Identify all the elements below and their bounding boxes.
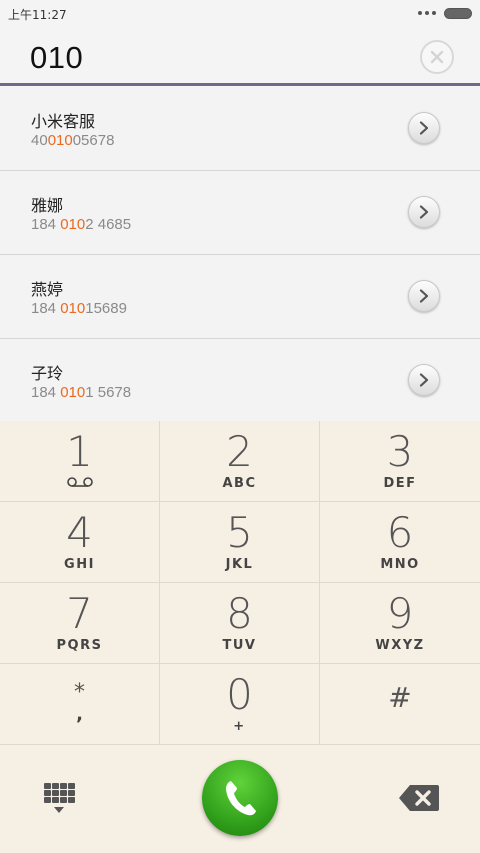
- contact-name: 子玲: [31, 364, 64, 383]
- phone-icon: [226, 781, 256, 816]
- key-letters: GHI: [64, 557, 95, 572]
- key-4[interactable]: 4 GHI: [0, 502, 160, 583]
- contact-name: 小米客服: [31, 112, 96, 131]
- key-letters: MNO: [380, 557, 420, 572]
- number-match: 010: [60, 216, 86, 233]
- chevron-right-icon: [419, 205, 429, 219]
- key-digit: 0: [226, 670, 253, 719]
- contact-row[interactable]: 子玲 184 0101 5678: [0, 339, 480, 423]
- number-prefix: 184: [31, 384, 61, 401]
- clear-button[interactable]: [420, 40, 454, 74]
- key-9[interactable]: 9 WXYZ: [320, 583, 480, 664]
- key-digit: 7: [66, 589, 93, 638]
- call-button[interactable]: [202, 760, 278, 836]
- number-prefix: 184: [31, 216, 61, 233]
- chevron-right-icon: [419, 121, 429, 135]
- number-suffix: 1 5678: [85, 384, 132, 401]
- key-digit: 9: [386, 589, 414, 638]
- key-letters: ABC: [222, 476, 257, 491]
- key-letters: TUV: [222, 638, 257, 653]
- key-digit: 3: [386, 427, 414, 476]
- number-suffix: 15689: [85, 300, 127, 317]
- contact-detail-button[interactable]: [408, 280, 440, 312]
- dial-bar: 010: [0, 26, 480, 86]
- dialed-number[interactable]: 010: [30, 40, 83, 76]
- dialpad-icon[interactable]: [42, 782, 76, 816]
- contact-number: 184 0101 5678: [31, 384, 131, 401]
- bottom-action-bar: [0, 745, 480, 853]
- key-hash[interactable]: #: [320, 664, 480, 745]
- key-letters: DEF: [383, 476, 417, 491]
- key-0[interactable]: 0 +: [160, 664, 320, 745]
- key-digit: 1: [66, 427, 93, 476]
- key-digit: 4: [66, 508, 93, 557]
- voicemail-icon: [66, 477, 93, 487]
- contact-row[interactable]: 燕婷 184 01015689: [0, 255, 480, 339]
- contact-name: 雅娜: [31, 196, 64, 215]
- contact-detail-button[interactable]: [408, 112, 440, 144]
- key-5[interactable]: 5 JKL: [160, 502, 320, 583]
- number-suffix: 2 4685: [85, 216, 132, 233]
- status-time: 上午11:27: [8, 8, 67, 22]
- number-match: 010: [60, 300, 86, 317]
- key-digit: 8: [226, 589, 253, 638]
- number-prefix: 184: [31, 300, 61, 317]
- key-1[interactable]: 1: [0, 421, 160, 502]
- key-letters: +: [233, 719, 246, 734]
- chevron-right-icon: [419, 289, 429, 303]
- dots-icon: [418, 11, 436, 15]
- key-digit: #: [388, 681, 412, 714]
- key-letters: PQRS: [56, 638, 103, 653]
- battery-icon: [444, 8, 472, 19]
- contact-results-list: 小米客服 4001005678 雅娜 184 0102 4685 燕婷 184 …: [0, 87, 480, 423]
- key-letters: WXYZ: [375, 638, 425, 653]
- key-letters: JKL: [225, 557, 254, 572]
- key-6[interactable]: 6 MNO: [320, 502, 480, 583]
- key-letters: ,: [76, 704, 83, 725]
- key-digit: 6: [386, 508, 414, 557]
- key-digit: *: [74, 680, 85, 705]
- key-2[interactable]: 2 ABC: [160, 421, 320, 502]
- number-match: 010: [60, 384, 86, 401]
- number-suffix: 05678: [72, 132, 115, 149]
- dial-keypad: 1 2 ABC 3 DEF 4 GHI 5 JKL 6 MNO 7 PQRS 8…: [0, 421, 480, 745]
- chevron-right-icon: [419, 373, 429, 387]
- number-match: 010: [47, 132, 73, 149]
- key-8[interactable]: 8 TUV: [160, 583, 320, 664]
- contact-detail-button[interactable]: [408, 364, 440, 396]
- contact-number: 184 0102 4685: [31, 216, 131, 233]
- contact-name: 燕婷: [31, 280, 64, 299]
- key-star[interactable]: * ,: [0, 664, 160, 745]
- close-icon: [430, 50, 444, 64]
- key-7[interactable]: 7 PQRS: [0, 583, 160, 664]
- key-3[interactable]: 3 DEF: [320, 421, 480, 502]
- contact-detail-button[interactable]: [408, 196, 440, 228]
- contact-row[interactable]: 小米客服 4001005678: [0, 87, 480, 171]
- status-bar: 上午11:27: [0, 0, 480, 26]
- number-prefix: 40: [31, 132, 48, 149]
- backspace-icon[interactable]: [398, 783, 440, 813]
- contact-number: 4001005678: [31, 132, 114, 149]
- key-digit: 5: [226, 508, 253, 557]
- key-digit: 2: [226, 427, 253, 476]
- contact-row[interactable]: 雅娜 184 0102 4685: [0, 171, 480, 255]
- contact-number: 184 01015689: [31, 300, 127, 317]
